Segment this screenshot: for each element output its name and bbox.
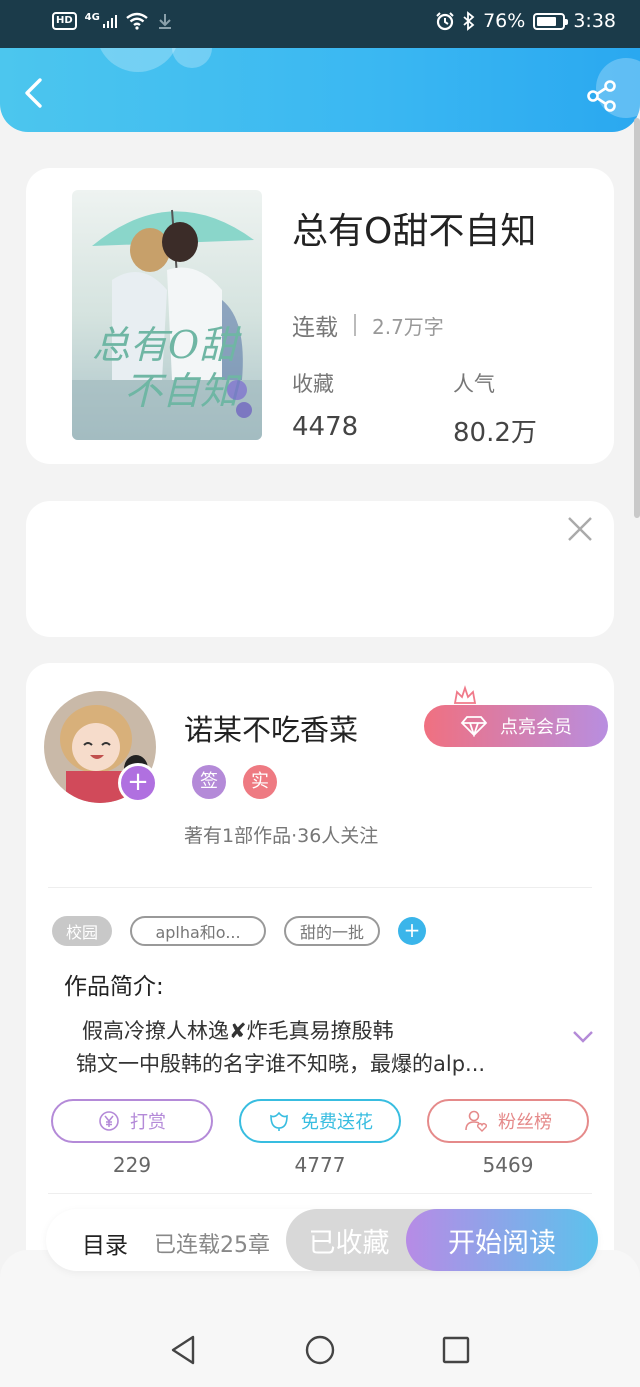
intro-line: 锦文一中殷韩的名字谁不知晓，最爆的alp... bbox=[76, 1052, 486, 1076]
alarm-icon bbox=[436, 12, 454, 31]
status-right: 76% 3:38 bbox=[435, 10, 616, 32]
decor-bubble bbox=[96, 48, 180, 72]
reward-button[interactable]: 打赏 bbox=[51, 1099, 213, 1143]
cover-illustration: 总有O甜 不自知 bbox=[72, 190, 262, 440]
popularity-value: 80.2万 bbox=[453, 418, 537, 448]
battery-percent: 76% bbox=[483, 10, 526, 32]
book-title: 总有O甜不自知 bbox=[292, 211, 537, 252]
battery-level bbox=[537, 16, 556, 26]
book-cover[interactable]: 总有O甜 不自知 bbox=[72, 190, 262, 440]
follow-author-button[interactable]: + bbox=[118, 763, 158, 803]
signed-badge: 签 bbox=[192, 765, 226, 799]
battery-icon bbox=[533, 12, 569, 30]
divider bbox=[48, 887, 592, 888]
hd-badge: HD bbox=[52, 12, 77, 30]
vip-label: 点亮会员 bbox=[500, 717, 572, 738]
author-card: + 诺某不吃香菜 点亮会员 签 实 著有1部作品·36人关注 校园 aplha和… bbox=[26, 663, 614, 1303]
intro-text[interactable]: 假高冷撩人林逸✘炸毛真易撩殷韩 锦文一中殷韩的名字谁不知晓，最爆的alp... bbox=[76, 1015, 552, 1081]
nav-back-icon[interactable] bbox=[166, 1332, 202, 1368]
header bbox=[0, 48, 640, 132]
bluetooth-icon bbox=[463, 11, 475, 31]
nav-home-icon[interactable] bbox=[302, 1332, 338, 1368]
signal-icon bbox=[102, 15, 117, 28]
start-reading-label: 开始阅读 bbox=[448, 1227, 556, 1259]
flower-count: 4777 bbox=[294, 1153, 346, 1177]
serial-status: 连载 bbox=[292, 315, 338, 341]
add-tag-button[interactable]: + bbox=[398, 917, 427, 945]
meta-divider bbox=[354, 314, 356, 336]
wifi-icon bbox=[126, 12, 148, 30]
close-icon[interactable] bbox=[566, 515, 594, 543]
fans-label: 粉丝榜 bbox=[498, 1112, 552, 1133]
intro-label: 作品简介: bbox=[64, 974, 164, 1000]
vip-button[interactable]: 点亮会员 bbox=[424, 705, 608, 747]
flower-label: 免费送花 bbox=[301, 1112, 373, 1133]
favorited-label: 已收藏 bbox=[308, 1227, 390, 1259]
intro-line: 假高冷撩人林逸✘炸毛真易撩殷韩 bbox=[82, 1019, 394, 1043]
user-heart-icon bbox=[465, 1110, 488, 1132]
status-left: HD 4G bbox=[52, 12, 174, 30]
reward-count: 229 bbox=[112, 1153, 152, 1177]
popularity-label: 人气 bbox=[453, 372, 495, 396]
tag-row: 校园 aplha和o... 甜的一批 + bbox=[52, 916, 427, 946]
chapter-count[interactable]: 已连载25章 bbox=[154, 1227, 270, 1259]
author-stats: 著有1部作品·36人关注 bbox=[184, 825, 379, 847]
author-name: 诺某不吃香菜 bbox=[184, 713, 359, 747]
chevron-down-icon[interactable] bbox=[572, 1029, 594, 1045]
back-button[interactable] bbox=[18, 76, 52, 110]
favorites-value: 4478 bbox=[292, 412, 359, 442]
book-meta: 连载 2.7万字 bbox=[292, 308, 444, 342]
nav-recents-icon[interactable] bbox=[438, 1332, 474, 1368]
decor-bubble bbox=[172, 48, 212, 68]
fans-rank-button[interactable]: 粉丝榜 bbox=[427, 1099, 589, 1143]
share-icon[interactable] bbox=[586, 80, 618, 112]
flower-icon bbox=[270, 1111, 288, 1131]
crown-icon bbox=[453, 685, 477, 704]
send-flower-button[interactable]: 免费送花 bbox=[239, 1099, 401, 1143]
toc-button[interactable]: 目录 bbox=[82, 1226, 128, 1260]
favorites-stat: 收藏 4478 bbox=[292, 368, 358, 442]
verified-badge: 实 bbox=[243, 765, 277, 799]
system-nav-bar bbox=[0, 1318, 640, 1387]
word-count: 2.7万字 bbox=[372, 314, 444, 339]
favorites-label: 收藏 bbox=[292, 372, 334, 396]
ad-card bbox=[26, 501, 614, 637]
cover-title-text: 总有O甜 bbox=[92, 323, 242, 367]
download-icon bbox=[158, 14, 171, 29]
fans-count: 5469 bbox=[482, 1153, 534, 1177]
tag-item[interactable]: aplha和o... bbox=[130, 916, 267, 946]
network-label: 4G bbox=[84, 11, 100, 23]
diamond-icon bbox=[460, 716, 488, 737]
start-reading-button[interactable]: 开始阅读 bbox=[406, 1209, 598, 1271]
popularity-stat: 人气 80.2万 bbox=[453, 368, 537, 449]
book-info-card: 总有O甜 不自知 总有O甜不自知 连载 2.7万字 收藏 4478 人气 80.… bbox=[26, 168, 614, 464]
yen-icon bbox=[99, 1111, 119, 1131]
clock: 3:38 bbox=[573, 10, 616, 32]
scrollbar[interactable] bbox=[634, 118, 640, 518]
tag-item[interactable]: 甜的一批 bbox=[284, 916, 381, 946]
status-bar: HD 4G 76% 3:38 bbox=[0, 0, 640, 48]
tag-item[interactable]: 校园 bbox=[52, 916, 113, 946]
divider bbox=[48, 1193, 592, 1194]
bottom-action-bar: 目录 已连载25章 已收藏 开始阅读 bbox=[46, 1209, 598, 1271]
reward-label: 打赏 bbox=[130, 1112, 166, 1133]
cover-title-text: 不自知 bbox=[124, 369, 242, 413]
